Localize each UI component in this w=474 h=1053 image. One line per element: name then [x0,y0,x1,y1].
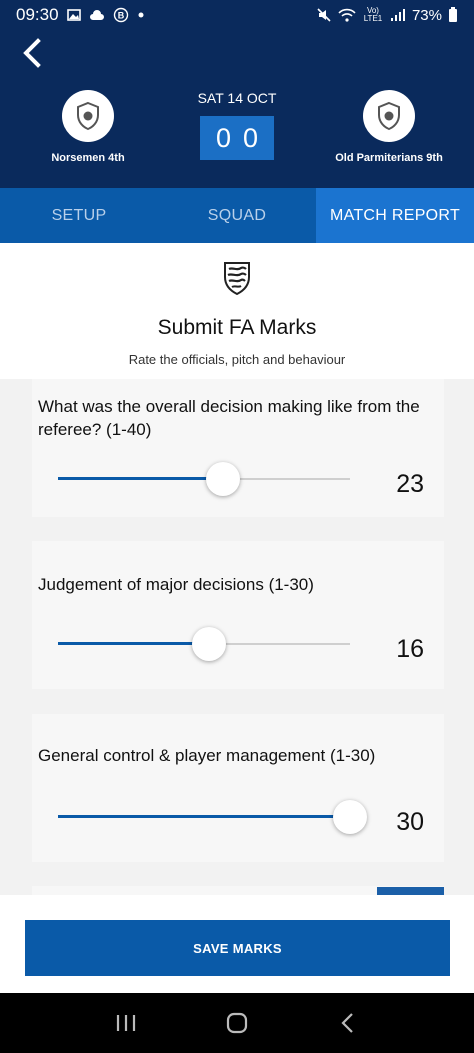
recent-apps-icon [116,1015,135,1031]
away-team[interactable]: Old Parmiterians 9th [304,90,474,164]
match-header: Norsemen 4th SAT 14 OCT 0 0 Old Parmiter… [0,30,474,188]
battery-percent: 73% [411,6,442,24]
chevron-left-icon [341,1013,354,1033]
question-text: What was the overall decision making lik… [38,397,420,439]
slider-fill [58,642,210,645]
battery-icon [448,7,458,23]
back-arrow-icon [23,38,41,68]
save-bar: SAVE MARKS [0,895,474,993]
slider-fill [58,477,223,480]
score-box: 0 0 [200,116,274,160]
system-nav-bar [0,993,474,1053]
rating-slider[interactable] [58,800,367,834]
question-card: General control & player management (1-3… [32,714,444,862]
tab-match-report[interactable]: MATCH REPORT [316,188,474,243]
back-button[interactable] [18,38,48,68]
slider-value: 16 [396,635,424,663]
status-bar: 09:30 B Vo) LTE1 73% [0,0,474,30]
cloud-icon [89,9,105,21]
slider-value: 23 [396,470,424,498]
shield-icon [378,101,400,131]
status-time: 09:30 [16,5,59,24]
network-label: Vo) LTE1 [363,6,383,23]
slider-fill [58,815,350,818]
dot-icon [137,11,145,19]
fa-logo [222,261,252,296]
slider-thumb[interactable] [333,800,367,834]
tab-setup[interactable]: SETUP [0,188,158,243]
question-card: What was the overall decision making lik… [32,379,444,517]
home-team-name: Norsemen 4th [51,152,125,164]
away-team-crest [363,90,415,142]
slider-value: 30 [396,808,424,836]
recent-apps-button[interactable] [111,1008,141,1038]
question-text: General control & player management (1-3… [38,746,376,765]
slider-thumb[interactable] [205,462,240,496]
question-text: Judgement of major decisions (1-30) [38,575,314,594]
wifi-icon [338,8,356,22]
home-icon [226,1012,248,1034]
tab-squad[interactable]: SQUAD [158,188,316,243]
questions-list[interactable]: What was the overall decision making lik… [0,379,474,895]
gallery-icon [66,8,81,22]
signal-icon [390,8,406,22]
rating-slider[interactable] [58,627,350,661]
partial-button [377,887,444,895]
slider-thumb[interactable] [192,627,227,661]
question-card: Judgement of major decisions (1-30) 16 [32,541,444,689]
page-subtitle: Rate the officials, pitch and behaviour [128,352,346,367]
rating-slider[interactable] [58,462,350,496]
mute-icon [316,7,332,23]
away-team-name: Old Parmiterians 9th [335,152,443,164]
away-score: 0 [242,122,259,153]
tab-bar: SETUP SQUAD MATCH REPORT [0,188,474,243]
fa-marks-intro: Submit FA Marks Rate the officials, pitc… [0,243,474,379]
save-marks-button[interactable]: SAVE MARKS [25,920,450,976]
home-score: 0 [215,122,232,153]
system-back-button[interactable] [333,1008,363,1038]
home-button[interactable] [222,1008,252,1038]
b-icon: B [113,7,129,23]
page-title: Submit FA Marks [157,316,317,339]
svg-text:B: B [117,11,124,21]
